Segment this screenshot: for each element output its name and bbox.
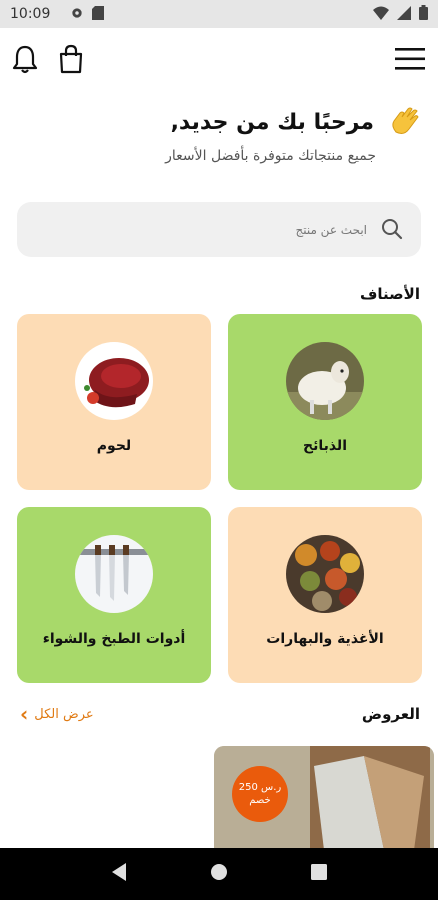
- category-label: الذبائح: [302, 438, 347, 454]
- category-card-food-spices[interactable]: الأغذية والبهارات: [228, 507, 422, 683]
- sheep-image: [286, 342, 364, 420]
- recents-icon[interactable]: [310, 863, 328, 885]
- offer-price: 250 ر.س: [238, 782, 282, 793]
- app-header: [0, 28, 438, 88]
- category-label: أدوات الطبخ والشواء: [42, 631, 186, 647]
- sd-card-icon: [92, 5, 105, 24]
- offer-price-badge: 250 ر.س خصم: [232, 766, 288, 822]
- knives-image: [75, 535, 153, 613]
- meat-image: [75, 342, 153, 420]
- signal-icon: [397, 5, 411, 24]
- spices-image: [286, 535, 364, 613]
- chevron-left-icon: ‹: [20, 702, 29, 726]
- search-input[interactable]: [67, 222, 367, 237]
- view-all-link[interactable]: ‹ عرض الكل: [20, 704, 94, 724]
- offers-title: العروض: [361, 705, 420, 723]
- back-icon[interactable]: [110, 862, 128, 886]
- greeting: مرحبًا بك من جديد, جميع منتجاتك متوفرة ب…: [165, 106, 420, 164]
- category-card-meat[interactable]: لحوم: [17, 314, 211, 490]
- greeting-title: مرحبًا بك من جديد,: [170, 109, 374, 135]
- shopping-bag-icon[interactable]: [56, 42, 86, 76]
- categories-title: الأصناف: [360, 285, 420, 303]
- bell-icon[interactable]: [10, 42, 40, 76]
- status-bar: 10:09: [0, 0, 438, 28]
- offer-discount: خصم: [249, 795, 271, 806]
- category-card-sacrifices[interactable]: الذبائح: [228, 314, 422, 490]
- waving-hand-icon: [388, 106, 420, 138]
- status-time: 10:09: [10, 6, 51, 22]
- battery-icon: [419, 4, 428, 24]
- view-all-label: عرض الكل: [34, 706, 94, 722]
- category-label: الأغذية والبهارات: [266, 631, 384, 647]
- hamburger-icon[interactable]: [394, 45, 426, 73]
- search-icon: [379, 218, 403, 242]
- wifi-icon: [373, 5, 389, 24]
- category-label: لحوم: [96, 438, 132, 454]
- search-bar[interactable]: [17, 202, 421, 257]
- category-card-cooking-tools[interactable]: أدوات الطبخ والشواء: [17, 507, 211, 683]
- navigation-bar: [0, 848, 438, 900]
- settings-icon: [70, 5, 84, 24]
- offer-card[interactable]: 250 ر.س خصم: [214, 746, 434, 850]
- greeting-subtitle: جميع منتجاتك متوفرة بأفضل الأسعار: [165, 148, 376, 164]
- home-icon[interactable]: [209, 862, 229, 886]
